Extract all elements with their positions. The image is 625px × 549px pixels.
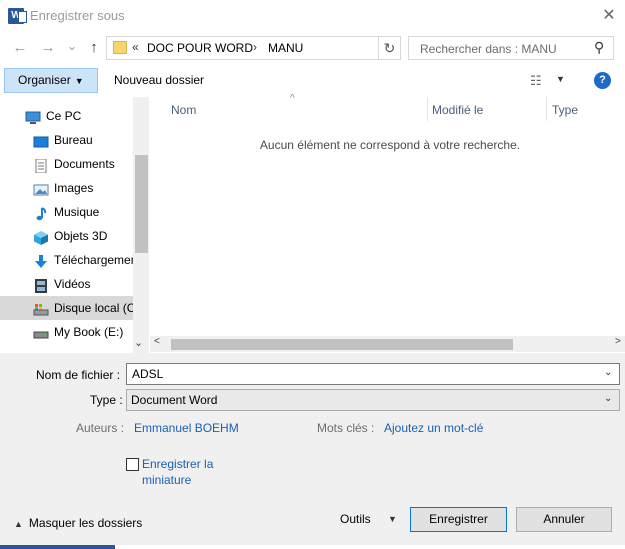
up-arrow-icon[interactable]: ↑ (84, 38, 104, 58)
3d-objects-icon (33, 229, 48, 245)
search-icon[interactable]: ⚲ (594, 39, 604, 56)
hide-folders-button[interactable]: ▲ Masquer les dossiers (14, 516, 142, 530)
sidebar-item-videos[interactable]: Vidéos (0, 272, 133, 296)
column-modified[interactable]: Modifié le (432, 103, 483, 117)
breadcrumb-doc-pour-word[interactable]: DOC POUR WORD (147, 41, 253, 55)
breadcrumb-separator-icon[interactable]: › (253, 40, 257, 54)
organize-label: Organiser (18, 73, 71, 87)
filename-dropdown-icon[interactable]: ⌄ (604, 367, 612, 378)
sidebar-item-objets-3d[interactable]: Objets 3D (0, 224, 133, 248)
cancel-button[interactable]: Annuler (516, 507, 612, 532)
address-overflow-icon[interactable]: « (132, 40, 139, 54)
column-header: Nom Modifié le Type (150, 97, 625, 123)
external-drive-icon (33, 325, 49, 339)
organize-dropdown-icon: ▼ (74, 76, 84, 86)
sidebar-scrollbar-thumb[interactable] (135, 155, 148, 253)
sidebar-item-label: My Book (E:) (54, 325, 124, 339)
address-bar[interactable]: « DOC POUR WORD › MANU (106, 36, 379, 60)
folder-icon (113, 41, 127, 54)
navigation-pane: Ce PC Bureau Documents Images Musique Ob… (0, 97, 149, 353)
help-icon[interactable]: ? (594, 72, 611, 89)
filetype-dropdown-icon[interactable]: ⌄ (604, 393, 612, 404)
documents-icon (33, 157, 48, 174)
sidebar-item-documents[interactable]: Documents (0, 152, 133, 176)
images-icon (33, 181, 49, 196)
videos-icon (33, 277, 48, 293)
scroll-right-icon[interactable]: > (615, 336, 621, 347)
refresh-icon[interactable]: ↻ (379, 36, 401, 60)
sidebar-item-label: Disque local (C:) (54, 301, 133, 315)
back-arrow-icon[interactable]: ← (10, 38, 30, 58)
sidebar-scroll-down-icon[interactable]: ⌄ (134, 336, 143, 349)
view-dropdown-icon[interactable]: ▼ (556, 74, 565, 84)
sidebar-item-ce-pc[interactable]: Ce PC (0, 104, 133, 128)
sidebar-item-label: Bureau (54, 133, 93, 147)
sidebar-item-my-book[interactable]: My Book (E:) (0, 320, 133, 344)
column-divider[interactable] (427, 97, 428, 121)
column-divider[interactable] (546, 97, 547, 121)
breadcrumb-manu[interactable]: MANU (268, 41, 303, 55)
column-name[interactable]: Nom (171, 103, 196, 117)
sidebar-item-label: Images (54, 181, 94, 195)
window-title: Enregistrer sous (30, 8, 125, 23)
save-thumbnail-label[interactable]: Enregistrer la miniature (142, 456, 252, 488)
authors-field[interactable]: Emmanuel BOEHM (134, 421, 239, 435)
keywords-label: Mots clés : (317, 421, 375, 435)
keywords-field[interactable]: Ajoutez un mot-clé (384, 421, 483, 435)
filename-field[interactable]: ADSL (126, 363, 620, 385)
downloads-icon (33, 253, 48, 268)
sidebar-item-label: Musique (54, 205, 100, 219)
sidebar-item-bureau[interactable]: Bureau (0, 128, 133, 152)
computer-icon (25, 109, 41, 124)
taskbar-accent (0, 545, 115, 549)
tools-dropdown-icon[interactable]: ▼ (388, 514, 397, 524)
sidebar-item-label: Vidéos (54, 277, 91, 291)
sidebar-item-label: Téléchargements (54, 253, 133, 267)
forward-arrow-icon[interactable]: → (38, 38, 58, 58)
sidebar-item-musique[interactable]: Musique (0, 200, 133, 224)
collapse-icon: ▲ (14, 519, 23, 529)
filename-label: Nom de fichier : (36, 368, 121, 382)
new-folder-button[interactable]: Nouveau dossier (114, 73, 204, 87)
music-icon (33, 205, 48, 221)
save-button[interactable]: Enregistrer (410, 507, 507, 532)
hide-folders-label: Masquer les dossiers (28, 516, 143, 530)
tools-button[interactable]: Outils (340, 512, 371, 526)
close-button[interactable]: ✕ (598, 6, 620, 26)
search-placeholder: Rechercher dans : MANU (420, 42, 557, 56)
horizontal-scrollbar-thumb[interactable] (171, 339, 513, 350)
scroll-left-icon[interactable]: < (154, 336, 160, 347)
sidebar-item-telechargements[interactable]: Téléchargements (0, 248, 133, 272)
sidebar-item-disque-local[interactable]: Disque local (C:) (0, 296, 133, 320)
authors-label: Auteurs : (76, 421, 125, 435)
local-disk-icon (33, 301, 49, 316)
filetype-select[interactable]: Document Word (126, 389, 620, 411)
desktop-icon (33, 133, 49, 148)
sort-ascending-icon: ^ (290, 93, 295, 104)
filetype-label: Type : (90, 393, 123, 407)
column-type[interactable]: Type (552, 103, 578, 117)
sidebar-item-label: Documents (54, 157, 115, 171)
save-thumbnail-checkbox[interactable] (126, 458, 139, 471)
search-input[interactable]: Rechercher dans : MANU ⚲ (408, 36, 614, 60)
sidebar-item-images[interactable]: Images (0, 176, 133, 200)
view-options-icon[interactable]: ☷ (530, 73, 542, 89)
sidebar-item-label: Objets 3D (54, 229, 108, 243)
empty-results-message: Aucun élément ne correspond à votre rech… (259, 138, 521, 152)
word-app-icon: W (8, 8, 27, 24)
recent-locations-chevron-icon[interactable]: ⌄ (62, 36, 82, 56)
organize-button[interactable]: Organiser ▼ (4, 68, 98, 93)
sidebar-item-label: Ce PC (46, 109, 82, 123)
